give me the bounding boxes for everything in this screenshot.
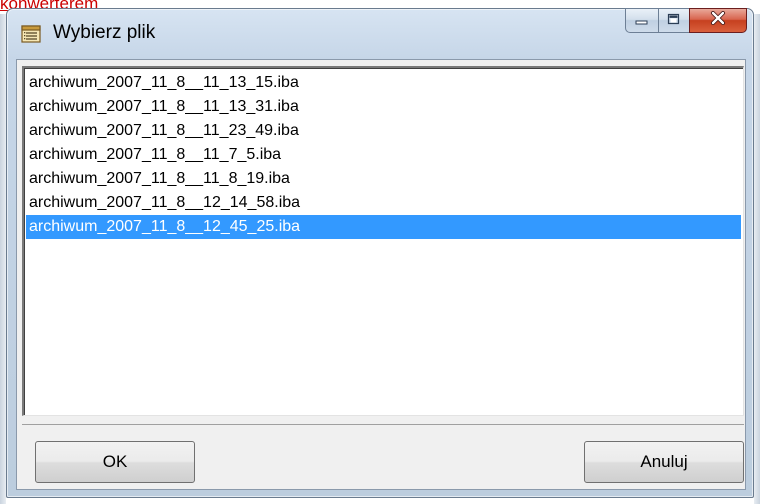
button-bar: OK Anuluj xyxy=(22,424,744,487)
background-window-edge-right xyxy=(754,14,760,504)
file-list: archiwum_2007_11_8__11_13_15.iba archiwu… xyxy=(24,68,743,239)
maximize-icon xyxy=(667,12,681,30)
caption-buttons xyxy=(625,8,747,35)
list-item[interactable]: archiwum_2007_11_8__11_8_19.iba xyxy=(26,167,741,191)
list-item[interactable]: archiwum_2007_11_8__11_7_5.iba xyxy=(26,143,741,167)
cancel-button[interactable]: Anuluj xyxy=(584,441,744,483)
title-bar[interactable]: Wybierz plik xyxy=(7,8,753,57)
list-item[interactable]: archiwum_2007_11_8__11_23_49.iba xyxy=(26,119,741,143)
minimize-button[interactable] xyxy=(625,8,658,33)
list-item[interactable]: archiwum_2007_11_8__12_14_58.iba xyxy=(26,191,741,215)
list-item[interactable]: archiwum_2007_11_8__11_13_31.iba xyxy=(26,95,741,119)
choose-file-dialog: Wybierz plik archiwum_2007_11_8__11_13_1… xyxy=(6,8,754,498)
ok-button[interactable]: OK xyxy=(35,441,195,483)
list-item[interactable]: archiwum_2007_11_8__11_13_15.iba xyxy=(26,71,741,95)
file-list-icon xyxy=(21,24,43,44)
dialog-client-area: archiwum_2007_11_8__11_13_15.iba archiwu… xyxy=(16,59,746,490)
file-listbox[interactable]: archiwum_2007_11_8__11_13_15.iba archiwu… xyxy=(22,66,744,416)
list-item-selected[interactable]: archiwum_2007_11_8__12_45_25.iba xyxy=(26,215,741,239)
close-button[interactable] xyxy=(689,8,747,33)
maximize-button[interactable] xyxy=(658,8,689,33)
window-title: Wybierz plik xyxy=(53,22,156,43)
minimize-icon xyxy=(635,12,649,30)
close-icon xyxy=(710,11,726,30)
